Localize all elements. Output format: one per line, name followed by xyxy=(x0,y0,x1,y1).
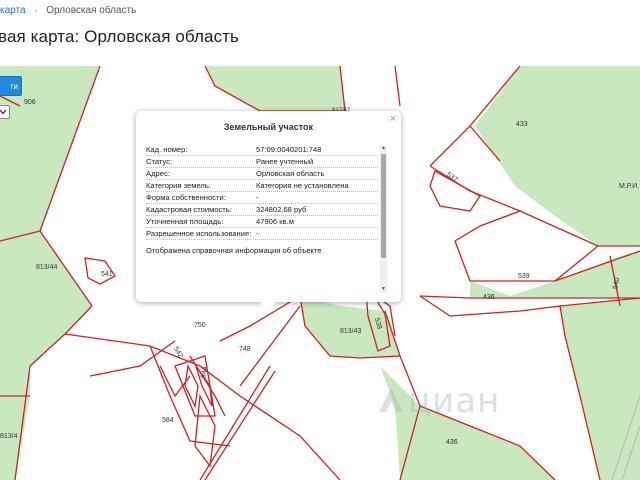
detail-note-text: Отображена справочная информация об объе… xyxy=(146,246,322,255)
detail-value: 47906 кв.м xyxy=(256,217,294,226)
popup-pointer xyxy=(260,302,276,310)
scrollbar-thumb[interactable] xyxy=(381,154,386,258)
layer-select[interactable] xyxy=(0,105,10,119)
detail-value: - xyxy=(256,193,259,202)
breadcrumb-link-map[interactable]: карта xyxy=(0,5,26,16)
breadcrumb: карта › Орловская область xyxy=(0,3,136,17)
detail-value: 324802.68 руб xyxy=(256,205,307,214)
detail-value: Орловская область xyxy=(256,169,325,178)
cian-logo-icon xyxy=(379,388,403,412)
plot-label: 813/44 xyxy=(36,264,58,271)
detail-value: - xyxy=(256,229,259,238)
detail-value: 57:09:0040201:748 xyxy=(256,145,322,154)
detail-row: Кад. номер: 57:09:0040201:748 xyxy=(146,144,378,156)
detail-row: Адрес: Орловская область xyxy=(146,168,378,180)
plot-label: 436 xyxy=(446,439,458,446)
plot-label: 539 xyxy=(518,273,530,280)
plot-label: 813/43 xyxy=(340,328,362,335)
detail-row: Уточненная площадь: 47906 кв.м xyxy=(146,216,378,228)
detail-label: Категория земель: xyxy=(146,181,211,190)
plot-label: 906 xyxy=(24,99,36,106)
detail-label: Кадастровая стоимость: xyxy=(146,205,232,214)
chevron-down-icon xyxy=(0,109,7,115)
scroll-up-icon[interactable]: ▲ xyxy=(381,146,386,151)
watermark-text: циан xyxy=(408,381,501,421)
land-plot-popup: × Земельный участок Кад. номер: 57:09:00… xyxy=(136,111,401,310)
scroll-down-icon[interactable]: ▼ xyxy=(381,287,386,292)
watermark: циан xyxy=(376,381,576,424)
find-button[interactable]: ти xyxy=(0,76,22,96)
detail-row: Форма собственности: - xyxy=(146,192,378,204)
detail-label: Статус: xyxy=(146,157,173,166)
detail-label: Разрешенное использование: xyxy=(146,229,252,238)
detail-row: Разрешенное использование: - xyxy=(146,228,378,240)
breadcrumb-separator-icon: › xyxy=(34,5,38,15)
plot-label: 541 xyxy=(101,271,113,278)
popup-details: Кад. номер: 57:09:0040201:748 Статус: Ра… xyxy=(146,144,378,296)
plot-label: 436 xyxy=(483,294,495,301)
detail-row: Категория земель: Категория не установле… xyxy=(146,180,378,192)
popup-title: Земельный участок xyxy=(223,122,314,132)
plot-label: М.Р.И. xyxy=(619,183,640,190)
detail-label: Уточненная площадь: xyxy=(146,217,224,226)
detail-value: Ранее учтенный xyxy=(256,157,314,166)
detail-value: Категория не установлена xyxy=(256,181,349,190)
plot-label: 584 xyxy=(162,417,174,424)
page-title: вая карта: Орловская область xyxy=(0,27,240,46)
detail-row: Статус: Ранее учтенный xyxy=(146,156,378,168)
plot-label: 748 xyxy=(239,346,251,353)
detail-label: Форма собственности: xyxy=(146,193,226,202)
detail-row: Кадастровая стоимость: 324802.68 руб xyxy=(146,204,378,216)
detail-note: Отображена справочная информация об объе… xyxy=(146,240,378,256)
detail-label: Адрес: xyxy=(146,169,170,178)
plot-label: 750 xyxy=(194,322,206,329)
plot-label: 433 xyxy=(516,121,528,128)
plot-label: 813/4 xyxy=(0,433,18,440)
detail-label: Кад. номер: xyxy=(146,145,188,154)
popup-scrollbar[interactable]: ▲ ▼ xyxy=(380,145,387,293)
breadcrumb-current: Орловская область xyxy=(46,4,137,16)
